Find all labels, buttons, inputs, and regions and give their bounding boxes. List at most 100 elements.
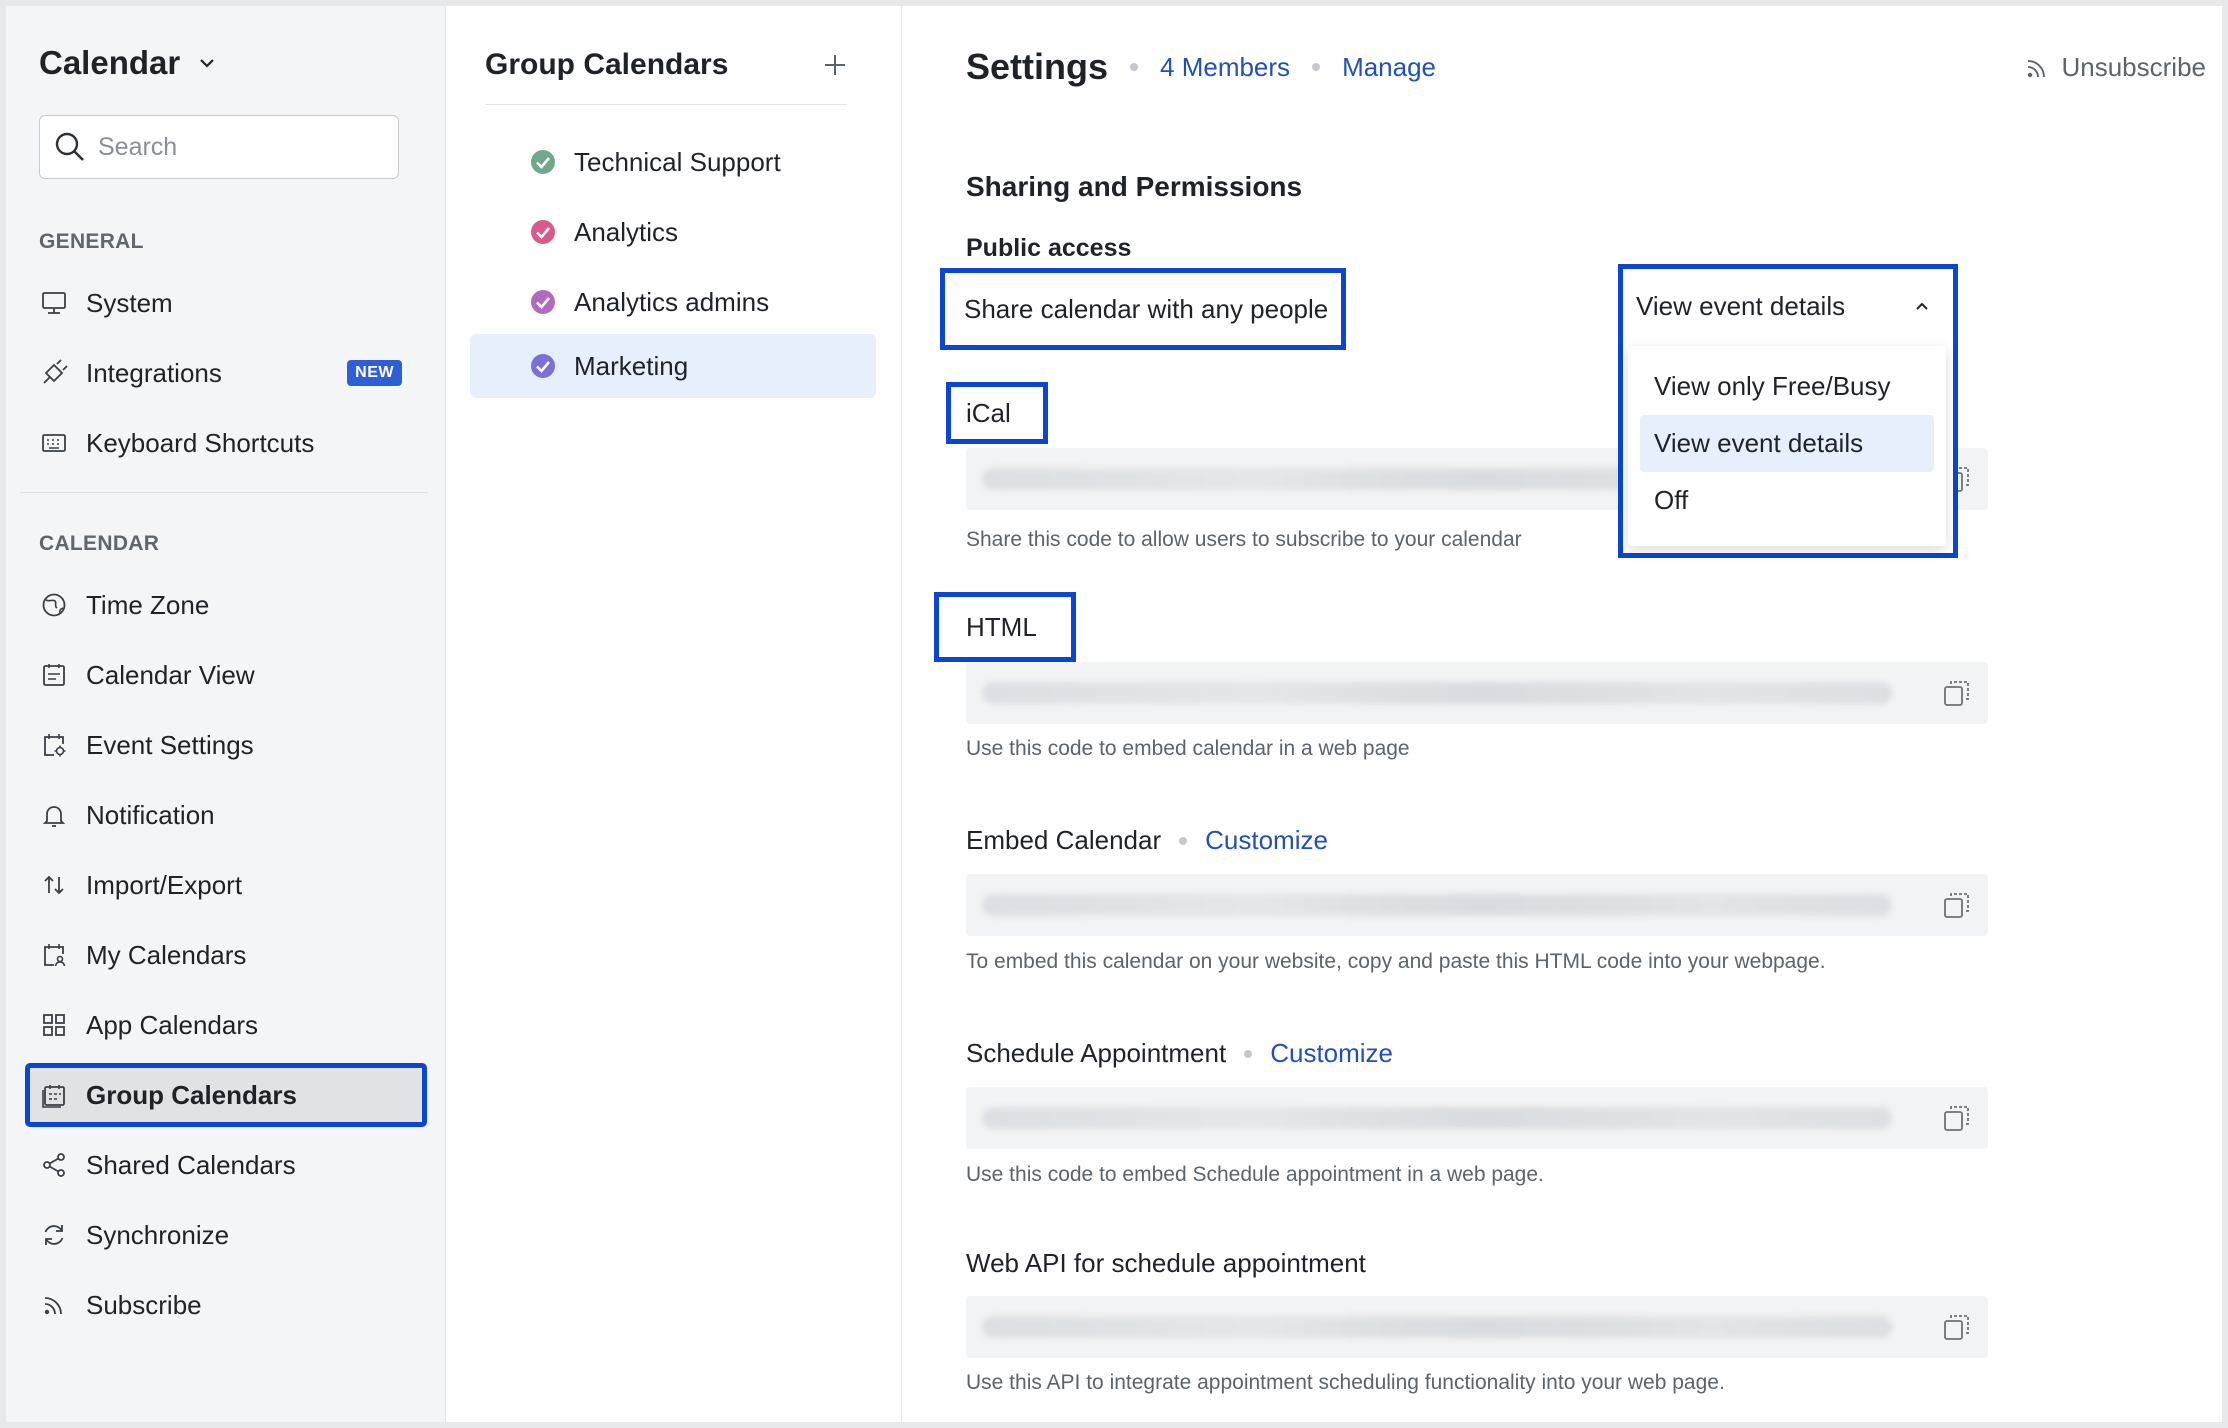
separator-dot (1179, 836, 1188, 845)
webapi-label: Web API for schedule appointment (966, 1248, 1366, 1278)
search-box[interactable] (39, 115, 399, 179)
sidebar-item-system[interactable]: System (28, 274, 424, 332)
sidebar-item-keyboard-shortcuts[interactable]: Keyboard Shortcuts (28, 414, 424, 472)
separator-dot (1312, 63, 1321, 71)
sidebar-divider (20, 492, 428, 493)
copy-icon[interactable] (1942, 678, 1972, 708)
copy-icon[interactable] (1942, 1312, 1972, 1342)
blurred-code (982, 1316, 1892, 1338)
blurred-code (982, 894, 1892, 916)
webapi-code-field[interactable] (966, 1296, 1988, 1358)
chevron-down-icon (200, 59, 214, 68)
dropdown-trigger[interactable]: View event details (1620, 266, 1956, 346)
sidebar-item-app-calendars[interactable]: App Calendars (28, 996, 424, 1054)
sidebar-item-calendar-view[interactable]: Calendar View (28, 646, 424, 704)
sidebar-item-label: Time Zone (86, 589, 210, 620)
section-label-general: GENERAL (39, 230, 144, 253)
embed-customize-link[interactable]: Customize (1205, 825, 1328, 856)
settings-sidebar: Calendar GENERAL System Integrations NEW… (6, 6, 446, 1422)
group-item-analytics[interactable]: Analytics (470, 200, 876, 264)
schedule-code-field[interactable] (966, 1087, 1988, 1149)
chevron-up-icon (1916, 302, 1928, 310)
schedule-customize-link[interactable]: Customize (1270, 1038, 1393, 1069)
embed-calendar-row: Embed Calendar Customize (966, 825, 1328, 856)
page-title: Settings (966, 46, 1109, 87)
sidebar-item-import-export[interactable]: Import/Export (28, 856, 424, 914)
manage-link[interactable]: Manage (1342, 52, 1436, 83)
html-code-field[interactable] (966, 662, 1988, 724)
sidebar-item-time-zone[interactable]: Time Zone (28, 576, 424, 634)
group-item-marketing[interactable]: Marketing (470, 334, 876, 398)
sidebar-item-label: Subscribe (86, 1289, 202, 1320)
sidebar-item-label: Import/Export (86, 869, 243, 900)
group-item-analytics-admins[interactable]: Analytics admins (470, 270, 876, 334)
ical-label-box: iCal (946, 382, 1048, 444)
sidebar-item-label: Shared Calendars (86, 1149, 296, 1180)
sidebar-item-label: Event Settings (86, 729, 254, 760)
copy-icon[interactable] (1942, 1103, 1972, 1133)
my-calendars-icon (44, 944, 66, 967)
globe-icon (42, 593, 66, 617)
sidebar-item-event-settings[interactable]: Event Settings (28, 716, 424, 774)
rss-icon (2028, 59, 2046, 77)
calendar-view-icon (43, 664, 65, 686)
group-item-technical-support[interactable]: Technical Support (470, 130, 876, 194)
event-settings-icon (44, 734, 66, 757)
section-label-calendar: CALENDAR (39, 532, 160, 555)
monitor-icon (42, 292, 66, 314)
html-hint: Use this code to embed calendar in a web… (966, 737, 1410, 760)
dropdown-option-free-busy[interactable]: View only Free/Busy (1640, 358, 1934, 415)
schedule-appointment-label: Schedule Appointment (966, 1038, 1227, 1068)
html-label: HTML (966, 611, 1037, 642)
groups-title: Group Calendars (485, 48, 729, 81)
separator-dot (1244, 1049, 1253, 1058)
sidebar-item-shared-calendars[interactable]: Shared Calendars (28, 1136, 424, 1194)
sidebar-item-label: Integrations (86, 357, 222, 388)
share-calendar-label-box: Share calendar with any people (940, 268, 1346, 350)
group-item-label: Marketing (574, 350, 689, 381)
sidebar-item-label: My Calendars (86, 939, 247, 970)
sidebar-item-notification[interactable]: Notification (28, 786, 424, 844)
blurred-code (982, 1107, 1892, 1129)
add-group-icon[interactable] (823, 53, 847, 77)
new-badge: NEW (347, 360, 402, 386)
embed-calendar-label: Embed Calendar (966, 825, 1162, 855)
settings-main: Settings 4 Members Manage Unsubscribe Sh… (902, 6, 2222, 1422)
webapi-hint: Use this API to integrate appointment sc… (966, 1371, 1725, 1394)
settings-header: Settings 4 Members Manage (966, 46, 1436, 88)
app-switcher[interactable]: Calendar (39, 44, 216, 82)
members-link[interactable]: 4 Members (1160, 52, 1290, 83)
schedule-hint: Use this code to embed Schedule appointm… (966, 1163, 1544, 1186)
app-title: Calendar (39, 44, 181, 81)
sidebar-item-my-calendars[interactable]: My Calendars (28, 926, 424, 984)
section-title: Sharing and Permissions (966, 171, 1303, 202)
app-grid-icon (43, 1014, 65, 1036)
unsubscribe-button[interactable]: Unsubscribe (2023, 52, 2206, 83)
search-input[interactable] (98, 132, 378, 162)
embed-hint: To embed this calendar on your website, … (966, 950, 1826, 973)
dropdown-option-off[interactable]: Off (1640, 472, 1934, 529)
dropdown-option-event-details[interactable]: View event details (1640, 415, 1934, 472)
html-label-box: HTML (934, 592, 1076, 662)
import-export-icon (44, 875, 64, 895)
sidebar-item-synchronize[interactable]: Synchronize (28, 1206, 424, 1264)
rss-icon (44, 1297, 62, 1315)
plug-icon (43, 359, 68, 384)
webapi-row: Web API for schedule appointment (966, 1248, 1366, 1279)
group-item-label: Analytics admins (574, 286, 770, 317)
separator-dot (1130, 63, 1139, 71)
check-circle-icon (531, 220, 555, 244)
sidebar-item-integrations[interactable]: Integrations NEW (28, 344, 424, 402)
search-icon (55, 132, 84, 161)
dropdown-selected-value: View event details (1636, 290, 1846, 321)
sidebar-item-group-calendars[interactable]: Group Calendars (25, 1063, 427, 1127)
public-access-dropdown[interactable]: View event details View only Free/Busy V… (1618, 264, 1958, 558)
bell-icon (42, 806, 66, 827)
embed-code-field[interactable] (966, 874, 1988, 936)
app-window: Calendar GENERAL System Integrations NEW… (6, 6, 2222, 1422)
copy-icon[interactable] (1942, 890, 1972, 920)
group-calendars-panel: Group Calendars Technical Support Analyt… (446, 6, 902, 1422)
keyboard-icon (42, 434, 66, 452)
sidebar-item-subscribe[interactable]: Subscribe (28, 1276, 424, 1334)
group-calendar-icon (42, 1085, 65, 1108)
